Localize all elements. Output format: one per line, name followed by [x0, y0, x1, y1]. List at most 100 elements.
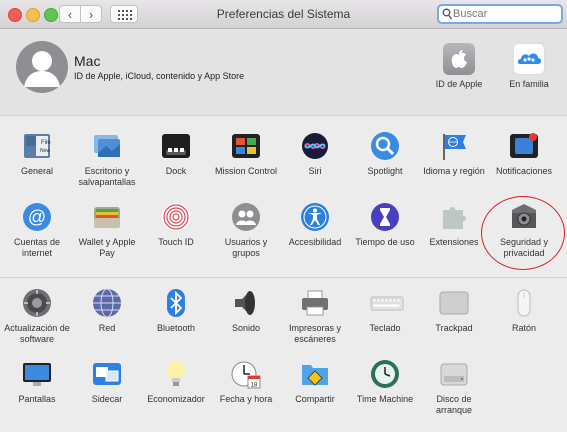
pane-general[interactable]: File New General	[2, 131, 72, 177]
pane-label: Usuarios y grupos	[224, 237, 268, 258]
pane-sharing[interactable]: Compartir	[280, 359, 350, 405]
spotlight-icon	[370, 131, 400, 161]
account-item-label: En familia	[509, 79, 549, 89]
highlight-circle	[481, 196, 565, 270]
pane-label: Time Machine	[356, 394, 414, 404]
pane-label: Compartir	[295, 394, 335, 404]
pane-notifications[interactable]: Notificaciones	[489, 131, 559, 177]
pane-label: Siri	[308, 166, 322, 176]
pane-label: Pantallas	[18, 394, 56, 404]
pane-siri[interactable]: Siri	[280, 131, 350, 177]
pane-label: Extensiones	[429, 237, 479, 247]
pane-keyboard[interactable]: Teclado	[350, 288, 420, 334]
pane-label: Red	[98, 323, 116, 333]
pane-dock[interactable]: Dock	[141, 131, 211, 177]
pane-label: Economizador	[147, 394, 205, 404]
touch-id-icon	[161, 202, 191, 232]
pane-label: Cuentas de internet	[13, 237, 61, 258]
pane-label: Accesibilidad	[288, 237, 342, 247]
extensions-icon	[439, 202, 469, 232]
apple-id-pane[interactable]: ID de Apple	[427, 43, 491, 89]
pane-network[interactable]: Red	[72, 288, 142, 334]
sidecar-icon	[92, 359, 122, 389]
pane-label: Sidecar	[91, 394, 123, 404]
pane-accessibility[interactable]: Accesibilidad	[280, 202, 350, 248]
mission-control-icon	[231, 131, 261, 161]
energy-saver-icon	[161, 359, 191, 389]
pane-label: Trackpad	[435, 323, 473, 333]
printers-scanners-icon	[300, 288, 330, 318]
screen-time-icon	[370, 202, 400, 232]
pane-printers-scanners[interactable]: Impresoras y escáneres	[280, 288, 350, 345]
accessibility-icon	[300, 202, 330, 232]
pane-desktop-screensaver[interactable]: Escritorio y salvapantallas	[72, 131, 142, 188]
pane-label: Ratón	[511, 323, 537, 333]
user-silhouette-icon	[24, 51, 60, 87]
pane-label: Idioma y región	[423, 166, 485, 176]
pane-displays[interactable]: Pantallas	[2, 359, 72, 405]
pane-label: Dock	[165, 166, 187, 176]
pane-label: Impresoras y escáneres	[288, 323, 341, 344]
siri-icon	[300, 131, 330, 161]
pane-label: Tiempo de uso	[355, 237, 415, 247]
bluetooth-icon	[161, 288, 191, 318]
search-input[interactable]	[453, 7, 558, 21]
desktop-screensaver-icon	[92, 131, 122, 161]
pane-label: Spotlight	[367, 166, 403, 176]
wallet-icon	[92, 202, 122, 232]
pane-label: Bluetooth	[156, 323, 196, 333]
pane-sidecar[interactable]: Sidecar	[72, 359, 142, 405]
general-icon: File New	[22, 131, 52, 161]
account-subtitle: ID de Apple, iCloud, contenido y App Sto…	[74, 71, 245, 81]
users-groups-icon	[231, 202, 261, 232]
network-icon	[92, 288, 122, 318]
internet-accounts-icon: @	[22, 202, 52, 232]
account-name: Mac	[74, 53, 101, 69]
pane-startup-disk[interactable]: Disco de arranque	[419, 359, 489, 416]
pane-sound[interactable]: Sonido	[211, 288, 281, 334]
pane-date-time[interactable]: 18 Fecha y hora	[211, 359, 281, 405]
search-field[interactable]	[437, 4, 563, 24]
displays-icon	[22, 359, 52, 389]
pane-label: Teclado	[369, 323, 401, 333]
pane-wallet[interactable]: Wallet y Apple Pay	[72, 202, 142, 259]
pane-mission-control[interactable]: Mission Control	[211, 131, 281, 177]
pane-label: Fecha y hora	[219, 394, 273, 404]
apple-id-icon	[443, 43, 475, 75]
trackpad-icon	[439, 288, 469, 318]
pane-time-machine[interactable]: Time Machine	[350, 359, 420, 405]
family-sharing-icon	[513, 43, 545, 75]
svg-text:18: 18	[251, 383, 258, 389]
pane-spotlight[interactable]: Spotlight	[350, 131, 420, 177]
software-update-icon	[22, 288, 52, 318]
pane-extensions[interactable]: Extensiones	[419, 202, 489, 248]
avatar[interactable]	[16, 41, 68, 93]
pane-energy-saver[interactable]: Economizador	[141, 359, 211, 405]
family-sharing-pane[interactable]: En familia	[497, 43, 561, 89]
svg-text:@: @	[28, 207, 46, 227]
pane-mouse[interactable]: Ratón	[489, 288, 559, 334]
pane-bluetooth[interactable]: Bluetooth	[141, 288, 211, 334]
title-bar: ‹ › Preferencias del Sistema	[0, 0, 567, 29]
date-time-icon: 18	[231, 359, 261, 389]
pane-software-update[interactable]: Actualización de software	[2, 288, 72, 345]
pane-touch-id[interactable]: Touch ID	[141, 202, 211, 248]
account-item-label: ID de Apple	[435, 79, 483, 89]
section-divider	[0, 277, 567, 278]
pane-internet-accounts[interactable]: @ Cuentas de internet	[2, 202, 72, 259]
mouse-icon	[509, 288, 539, 318]
pane-label: Mission Control	[214, 166, 278, 176]
sharing-icon	[300, 359, 330, 389]
account-section: Mac ID de Apple, iCloud, contenido y App…	[0, 29, 567, 116]
pane-language-region[interactable]: Idioma y región	[419, 131, 489, 177]
svg-text:File: File	[41, 140, 51, 146]
pane-label: Sonido	[231, 323, 261, 333]
pane-label: General	[20, 166, 54, 176]
pane-screen-time[interactable]: Tiempo de uso	[350, 202, 420, 248]
pane-trackpad[interactable]: Trackpad	[419, 288, 489, 334]
pane-label: Actualización de software	[4, 323, 70, 344]
pane-users-groups[interactable]: Usuarios y grupos	[211, 202, 281, 259]
pane-label: Touch ID	[158, 237, 194, 247]
svg-text:New: New	[40, 148, 50, 154]
dock-icon	[161, 131, 191, 161]
